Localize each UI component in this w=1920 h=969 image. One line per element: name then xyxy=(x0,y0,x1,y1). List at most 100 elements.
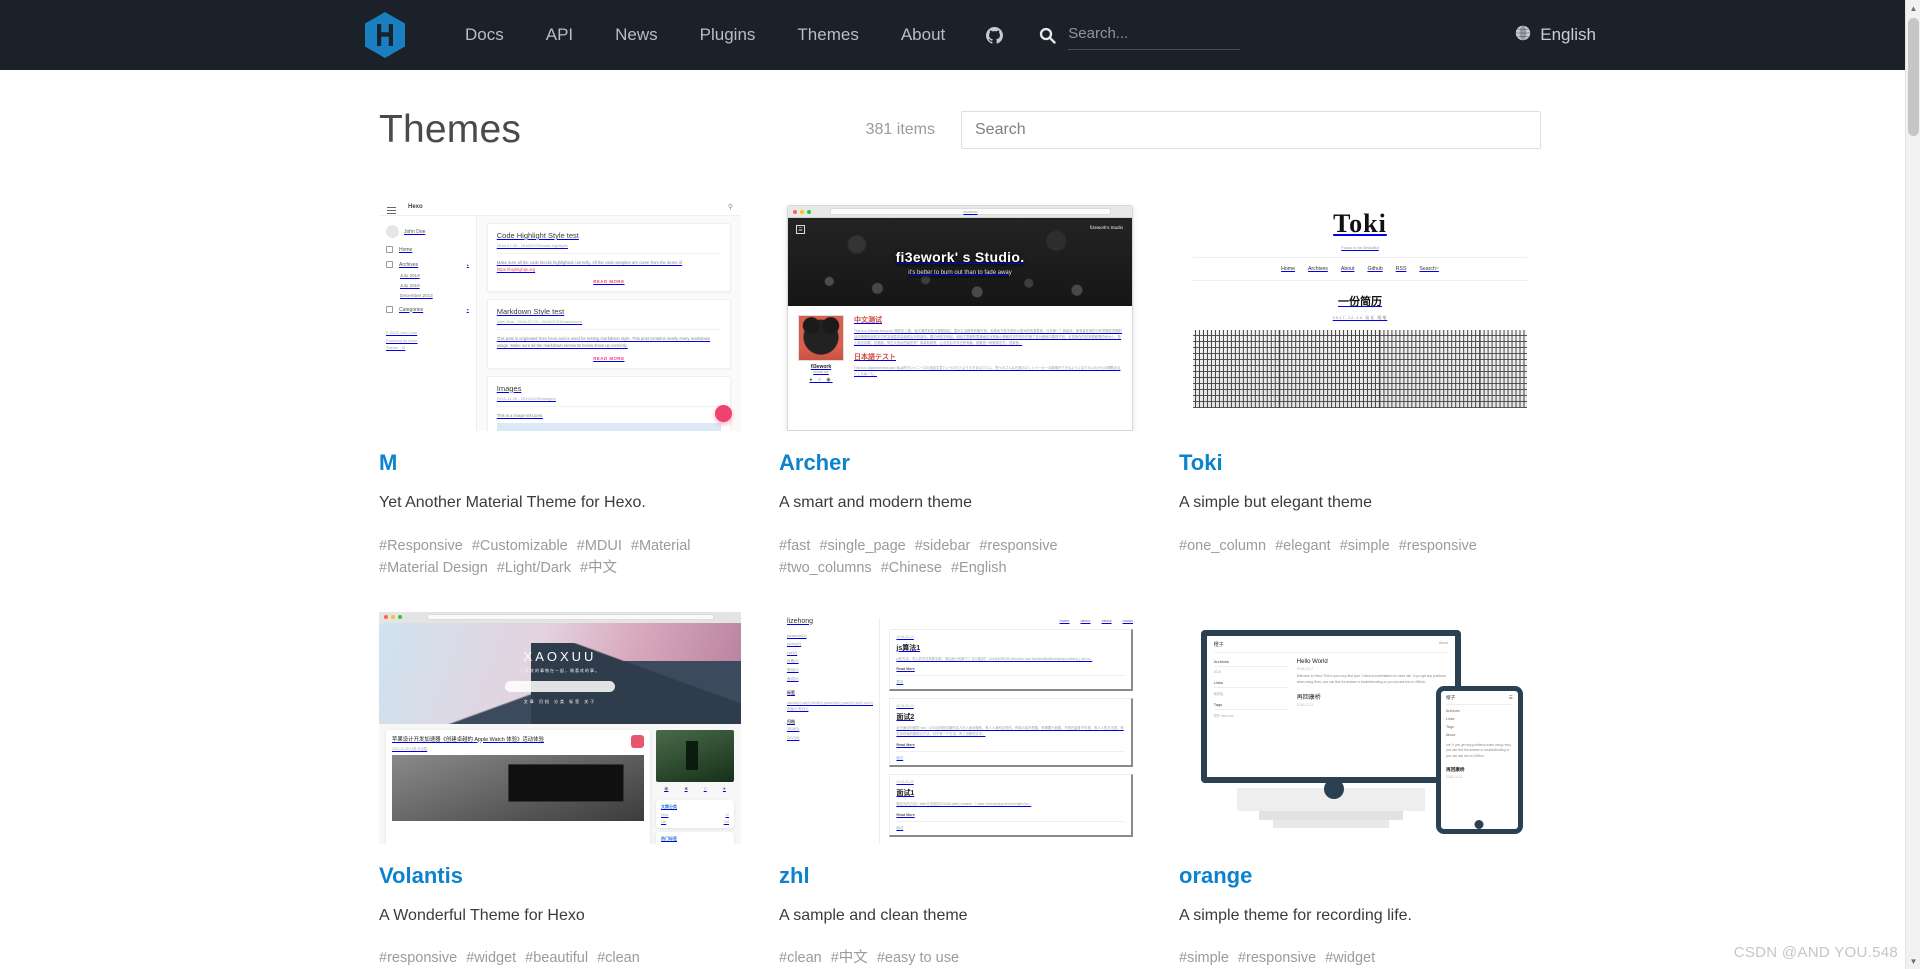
scroll-down-icon[interactable]: ▼ xyxy=(1906,953,1920,969)
theme-tag[interactable]: #Light/Dark xyxy=(497,557,571,579)
theme-tag[interactable]: #one_column xyxy=(1179,535,1266,557)
theme-tag[interactable]: #beautiful xyxy=(525,947,588,969)
mock-image-placeholder xyxy=(496,422,721,431)
theme-name-link[interactable]: M xyxy=(379,450,741,475)
theme-name-link[interactable]: Archer xyxy=(779,450,1141,475)
nav-link-themes[interactable]: Themes xyxy=(776,0,879,70)
mock-tag-cloud: canvas(1) css(1) html5(1) javascript(1) … xyxy=(787,701,873,712)
theme-thumbnail-archer[interactable]: localhost ☰ fi3ework's Studio fi3ework' … xyxy=(779,199,1141,431)
scroll-up-icon[interactable]: ▲ xyxy=(1906,0,1920,16)
mock-tagline: Focus to be Beautiful xyxy=(1341,245,1379,250)
mock-widget-title: 热门标签 xyxy=(661,835,677,841)
mock-group-tag: 标签 xyxy=(787,690,795,696)
mock-post-title: 面试2 xyxy=(896,714,915,722)
mock-aside-photo xyxy=(656,729,734,782)
mock-hero-title: fi3ework' s Studio. xyxy=(895,248,1025,265)
theme-tag[interactable]: #responsive xyxy=(1399,535,1477,557)
mock-badge-icon xyxy=(631,734,644,748)
language-selector[interactable]: English xyxy=(1515,25,1596,46)
page-scrollbar[interactable]: ▲ ▼ xyxy=(1905,0,1920,969)
theme-tag[interactable]: #elegant xyxy=(1275,535,1331,557)
theme-card[interactable]: 橙子 About Archives 2018 Links 秋风轻 Tags 知乎… xyxy=(1179,611,1541,969)
nav-link-news[interactable]: News xyxy=(594,0,679,70)
mock-phone-knob xyxy=(1474,820,1484,830)
mock-read-more: Read More xyxy=(896,813,915,818)
theme-tag[interactable]: #responsive xyxy=(1238,947,1316,969)
theme-description: A smart and modern theme xyxy=(779,494,972,512)
hexo-logo-icon[interactable] xyxy=(362,12,408,58)
mock-widget-row-value: 136 xyxy=(723,819,729,824)
nav-link-plugins[interactable]: Plugins xyxy=(679,0,777,70)
theme-name-link[interactable]: zhl xyxy=(779,863,1141,888)
mock-aside-icons: ◉ ■ ○ ● xyxy=(664,785,726,792)
theme-tag[interactable]: #simple xyxy=(1179,947,1229,969)
nav-search-input[interactable] xyxy=(1068,20,1241,50)
mock-post-tag: 算法 xyxy=(896,675,1125,684)
mock-widget-row-value: 12 xyxy=(725,812,729,817)
theme-tag[interactable]: #simple xyxy=(1340,535,1390,557)
theme-thumbnail-toki[interactable]: Toki Focus to be Beautiful Home Archives… xyxy=(1179,199,1541,431)
theme-tag[interactable]: #clean xyxy=(779,947,822,969)
theme-tag[interactable]: #MDUI xyxy=(577,535,622,557)
mock-side-item: 页面(2) xyxy=(787,659,799,664)
theme-tags: #responsive#widget#beautiful#clean#模块化布局… xyxy=(379,947,709,969)
github-icon[interactable] xyxy=(966,26,1023,44)
theme-card[interactable]: lizehong javascript(1) jquery(1) vue(2) … xyxy=(779,611,1141,969)
theme-tag[interactable]: #Chinese xyxy=(881,557,942,579)
theme-thumbnail-orange[interactable]: 橙子 About Archives 2018 Links 秋风轻 Tags 知乎… xyxy=(1179,611,1541,844)
mock-post-photo xyxy=(392,754,644,821)
theme-tag[interactable]: #Customizable xyxy=(472,535,568,557)
mock-post-body: This is a Japanese test post. 私は昨日ジャニーズの… xyxy=(854,366,1121,377)
mock-post-body: js的方法，写入的不过有数字那，是后面小的那个？可以取到？ 1234567891… xyxy=(896,656,1093,661)
themes-search-input[interactable] xyxy=(961,110,1541,149)
theme-thumbnail-zhl[interactable]: lizehong javascript(1) jquery(1) vue(2) … xyxy=(779,611,1141,844)
mock-social-icons: ● ○ ◉ xyxy=(809,377,833,383)
theme-tag[interactable]: #fast xyxy=(779,535,810,557)
nav-link-api[interactable]: API xyxy=(525,0,594,70)
nav-search[interactable] xyxy=(1039,20,1241,50)
theme-tag[interactable]: #Material Design xyxy=(379,557,488,579)
theme-tag[interactable]: #Material xyxy=(631,535,691,557)
theme-tags: #clean #中文 #easy to use xyxy=(779,947,1109,969)
mock-nav-item: about xyxy=(1101,617,1112,623)
theme-card[interactable]: Hexo ⚲ John Doe Home Archives ▴ July 201… xyxy=(379,199,741,580)
nav-link-docs[interactable]: Docs xyxy=(444,0,525,70)
theme-card[interactable]: localhost ☰ fi3ework's Studio fi3ework' … xyxy=(779,199,1141,580)
theme-tag[interactable]: #responsive xyxy=(979,535,1057,557)
theme-thumbnail-volantis[interactable]: XAOXUU 与喜欢的事物在一起，做喜欢的事。 文章 归档 分类 标签 关于 苹… xyxy=(379,611,741,844)
mock-side-item: 知乎 hexo css xyxy=(1213,714,1234,719)
theme-tag[interactable]: #easy to use xyxy=(877,947,959,969)
theme-tag[interactable]: #widget xyxy=(466,947,516,969)
theme-tag[interactable]: #中文 xyxy=(831,947,868,969)
mock-side-item: 秋风轻 xyxy=(1213,692,1224,697)
theme-tag[interactable]: #responsive xyxy=(379,947,457,969)
theme-tag[interactable]: #widget xyxy=(1325,947,1375,969)
theme-name-link[interactable]: Toki xyxy=(1179,450,1541,475)
theme-tag[interactable]: #中文 xyxy=(580,557,617,579)
mock-stats: 文章 归档 分类 标签 关于 xyxy=(523,698,597,704)
mock-footer-2: Powered by Hexo xyxy=(386,337,418,343)
mock-brand: Hexo xyxy=(408,204,423,210)
nav-link-about[interactable]: About xyxy=(880,0,966,70)
theme-tags: #one_column #elegant #simple #responsive xyxy=(1179,535,1509,557)
theme-name-link[interactable]: Volantis xyxy=(379,863,741,888)
mock-side-item: 笔记(2) xyxy=(787,668,799,673)
theme-card[interactable]: Toki Focus to be Beautiful Home Archives… xyxy=(1179,199,1541,580)
mock-post-date: 2018-03-23 xyxy=(896,704,914,709)
theme-tag[interactable]: #single_page xyxy=(819,535,905,557)
theme-thumbnail-m[interactable]: Hexo ⚲ John Doe Home Archives ▴ July 201… xyxy=(379,199,741,431)
mock-widget-title: 文章分类 xyxy=(661,803,677,809)
mock-post-body: This post is originated from hexo and is… xyxy=(496,336,711,349)
theme-description: A simple but elegant theme xyxy=(1179,494,1373,512)
scrollbar-thumb[interactable] xyxy=(1908,18,1919,136)
theme-tag[interactable]: #English xyxy=(951,557,1007,579)
theme-tag[interactable]: #sidebar xyxy=(915,535,971,557)
theme-name-link[interactable]: orange xyxy=(1179,863,1541,888)
theme-tag[interactable]: #clean xyxy=(597,947,640,969)
theme-card[interactable]: XAOXUU 与喜欢的事物在一起，做喜欢的事。 文章 归档 分类 标签 关于 苹… xyxy=(379,611,741,969)
archive-icon xyxy=(386,261,393,268)
theme-tag[interactable]: #two_columns xyxy=(779,557,872,579)
mock-post-title: 日本語テスト xyxy=(854,354,896,362)
theme-tag[interactable]: #Responsive xyxy=(379,535,463,557)
themes-grid: Hexo ⚲ John Doe Home Archives ▴ July 201… xyxy=(379,199,1541,969)
